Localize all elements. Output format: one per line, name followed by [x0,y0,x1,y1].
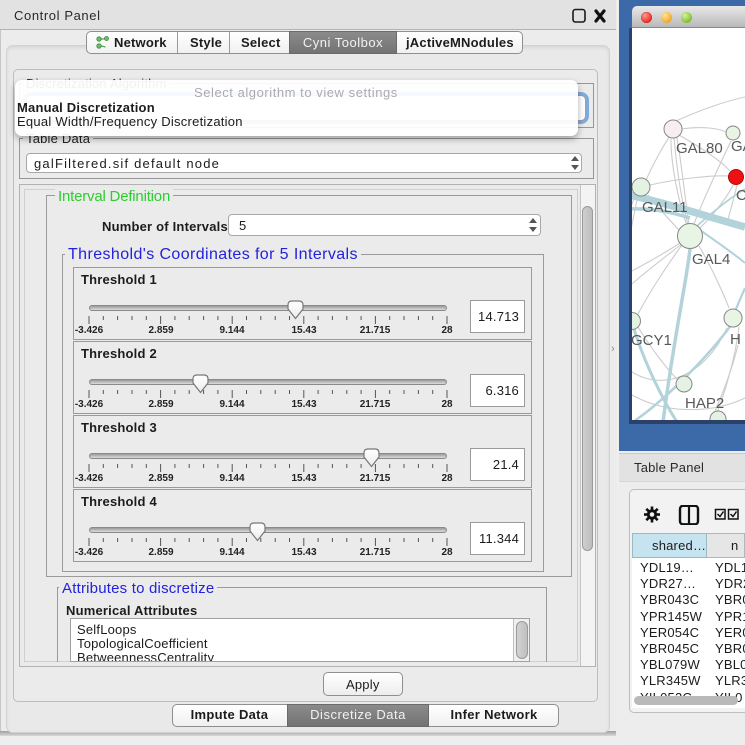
svg-text:GAL11: GAL11 [642,199,688,216]
svg-text:GA: GA [731,138,745,155]
svg-text:GAL4: GAL4 [692,251,730,268]
svg-text:GCY1: GCY1 [632,332,672,349]
svg-text:HAP2: HAP2 [685,395,724,412]
svg-text:GAL80: GAL80 [676,140,723,157]
svg-text:H: H [730,331,741,348]
svg-text:C: C [736,187,745,204]
